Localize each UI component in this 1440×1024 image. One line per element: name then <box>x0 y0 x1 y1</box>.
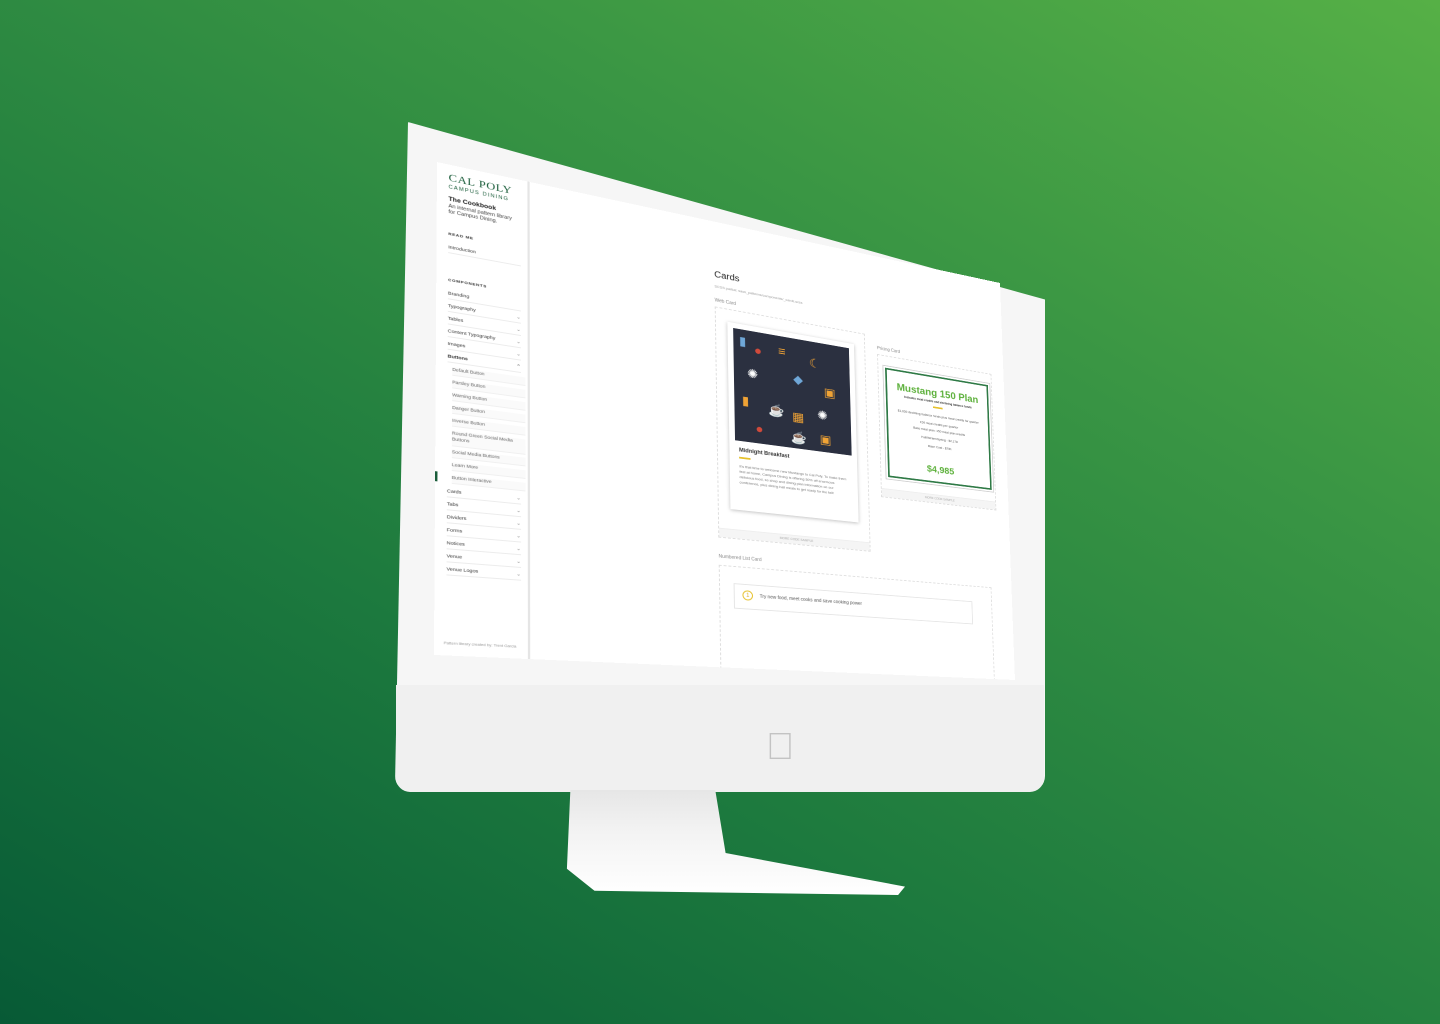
web-card-demo: ▮ ● ≡ ☾ ✺ ◆ ▣ ▮ ☕ ▦ ✺ ● ☕ ▣ Midnight Bre… <box>714 306 871 552</box>
web-card-image: ▮ ● ≡ ☾ ✺ ◆ ▣ ▮ ☕ ▦ ✺ ● ☕ ▣ <box>733 327 852 456</box>
sidebar-item-label: Venue <box>446 553 463 560</box>
sidebar-item-label: Venue Logos <box>446 566 479 574</box>
sidebar-item-label: Dividers <box>446 514 467 522</box>
chevron-down-icon: ⌄ <box>516 314 521 321</box>
numbered-list-card[interactable]: 1 Try new food, meet cooks and save cook… <box>733 583 974 625</box>
web-card[interactable]: ▮ ● ≡ ☾ ✺ ◆ ▣ ▮ ☕ ▦ ✺ ● ☕ ▣ Midnight Bre… <box>727 321 859 523</box>
web-card-label: Web Card <box>714 297 736 307</box>
sidebar-item-label: Forms <box>446 527 463 534</box>
egg-icon: ✺ <box>817 407 828 423</box>
number-badge: 1 <box>742 590 754 601</box>
sidebar-item-label: Buttons <box>447 353 468 362</box>
title-underline <box>739 456 751 460</box>
components-heading: COMPONENTS <box>448 277 487 289</box>
sidebar-item-label: Typography <box>447 303 476 313</box>
sidebar-item-label: Tabs <box>446 501 459 508</box>
chevron-down-icon: ⌄ <box>516 546 522 553</box>
chevron-down-icon: ⌄ <box>516 520 522 527</box>
main-content: Cards SCSS partial: sass_patterns/compon… <box>529 181 1015 680</box>
egg-icon: ✺ <box>746 365 759 382</box>
pricing-card[interactable]: Mustang 150 Plan Includes meal credits a… <box>882 364 995 493</box>
waffle-icon: ▦ <box>792 409 805 425</box>
chevron-down-icon: ⌄ <box>516 558 522 566</box>
pricing-card-price: $4,985 <box>926 463 955 478</box>
carton-icon: ◆ <box>793 371 804 387</box>
chevron-down-icon: ⌄ <box>516 326 521 334</box>
chevron-down-icon: ⌄ <box>516 571 522 578</box>
chevron-down-icon: ⌄ <box>516 351 521 358</box>
active-indicator <box>435 471 438 482</box>
chevron-down-icon: ⌄ <box>516 533 522 540</box>
numbered-item-text: Try new food, meet cooks and save cookin… <box>759 594 863 607</box>
berry-icon: ● <box>754 342 763 358</box>
chevron-down-icon: ⌄ <box>516 495 522 502</box>
toast-icon: ▣ <box>823 384 836 401</box>
page-title: Cards <box>714 269 740 285</box>
sidebar-item-label: Branding <box>447 290 470 299</box>
apple-icon: ● <box>755 421 764 437</box>
croissant-icon: ☾ <box>808 355 821 371</box>
pricing-row: Base Cost - $781 <box>927 444 952 452</box>
sidebar-item-introduction[interactable]: Introduction <box>448 244 521 267</box>
sidebar-item-label: Cards <box>446 488 462 495</box>
sidebar-item-venue-logos[interactable]: Venue Logos ⌄ <box>446 566 522 581</box>
sidebar: CAL POLY CAMPUS DINING The Cookbook An i… <box>433 162 531 660</box>
chevron-down-icon: ⌄ <box>516 339 521 346</box>
title-underline <box>932 406 943 410</box>
pricing-card-demo: Mustang 150 Plan Includes meal credits a… <box>877 353 997 511</box>
sidebar-item-label: Images <box>447 340 466 349</box>
juice-icon: ▮ <box>741 392 750 409</box>
screen: CAL POLY CAMPUS DINING The Cookbook An i… <box>433 162 1015 680</box>
sidebar-item-venue[interactable]: Venue ⌄ <box>446 553 522 568</box>
toast-icon: ▣ <box>819 431 832 448</box>
code-sample-toggle[interactable]: MORE CODE SAMPLE <box>881 487 996 510</box>
numbered-list-demo: 1 Try new food, meet cooks and save cook… <box>718 564 995 680</box>
coffee-icon: ☕ <box>768 402 785 419</box>
code-sample-toggle[interactable]: MORE CODE SAMPLE <box>719 527 870 551</box>
chevron-down-icon: ⌄ <box>516 508 522 515</box>
milk-icon: ▮ <box>738 333 747 349</box>
sidebar-footer: Pattern library created by: Trent Garcia <box>443 641 517 649</box>
readme-heading: READ ME <box>448 231 474 241</box>
coffee-icon: ☕ <box>790 429 807 446</box>
numbered-list-label: Numbered List Card <box>718 553 762 563</box>
sidebar-item-label: Tables <box>447 315 464 323</box>
pancake-icon: ≡ <box>777 343 786 359</box>
web-card-body: It's that time to welcome new Mustangs t… <box>739 463 847 496</box>
sidebar-item-notices[interactable]: Notices ⌄ <box>446 540 522 556</box>
pricing-card-label: Pricing Card <box>876 345 901 355</box>
chevron-up-icon: ⌃ <box>516 363 521 371</box>
sidebar-item-label: Notices <box>446 540 465 547</box>
